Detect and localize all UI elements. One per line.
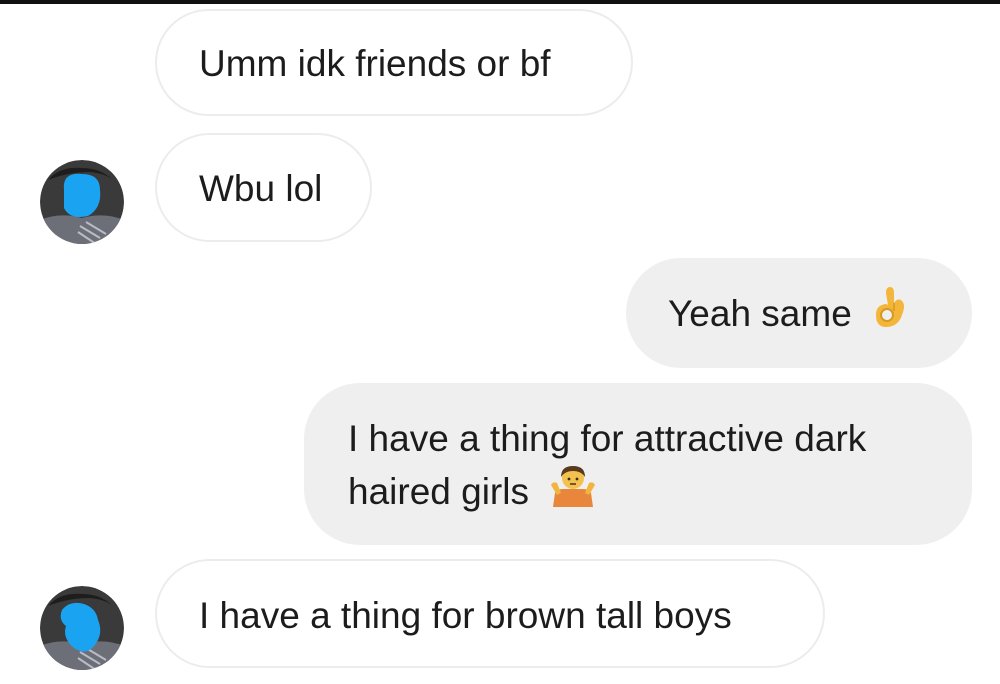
avatar-photo — [40, 160, 124, 244]
avatar-photo — [40, 586, 124, 670]
message-bubble-outgoing[interactable]: I have a thing for attractive dark haire… — [304, 383, 972, 545]
contact-avatar[interactable] — [40, 160, 124, 244]
message-text: Umm idk friends or bf — [199, 43, 551, 84]
shrug-icon — [549, 463, 597, 521]
message-bubble-incoming[interactable]: Umm idk friends or bf — [155, 9, 633, 116]
message-text: I have a thing for brown tall boys — [199, 595, 732, 636]
message-text: Yeah same — [668, 292, 852, 334]
message-bubble-incoming[interactable]: Wbu lol — [155, 133, 372, 242]
top-bar-edge — [0, 0, 1000, 4]
message-bubble-incoming[interactable]: I have a thing for brown tall boys — [155, 559, 825, 668]
contact-avatar[interactable] — [40, 586, 124, 670]
message-text-line: I have a thing for attractive dark — [348, 418, 867, 459]
chat-screen: Umm idk friends or bf Wbu lol Yeah same … — [0, 0, 1000, 684]
message-text-line: haired girls — [348, 470, 529, 512]
message-bubble-outgoing[interactable]: Yeah same — [626, 258, 972, 368]
message-text: Wbu lol — [199, 168, 323, 209]
message-text-line-2: haired girls — [348, 465, 972, 523]
ok-hand-icon — [872, 285, 908, 343]
